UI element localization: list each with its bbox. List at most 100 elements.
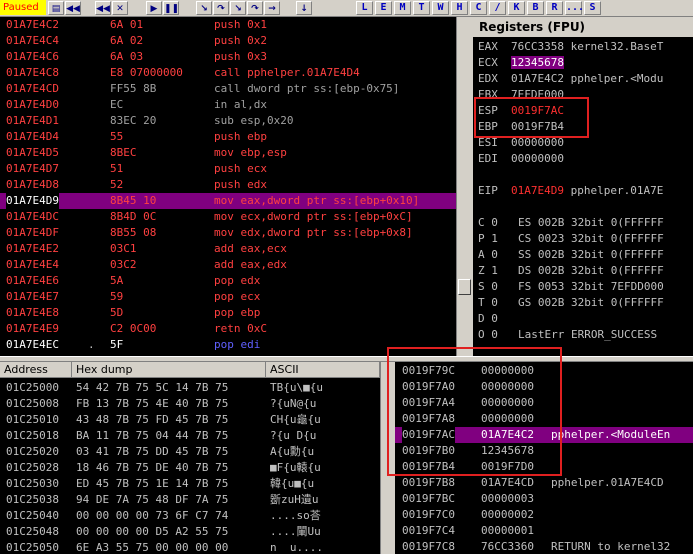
disasm-row[interactable]: 01A7E4D4 55 push ebp [0, 129, 456, 145]
register-row[interactable]: ESP 0019F7AC [478, 103, 571, 119]
register-value[interactable]: 76CC3358 [511, 40, 564, 53]
dump-row[interactable]: 01C25018 BA 11 7B 75 04 44 7B 75 ?{u D{u [0, 428, 380, 444]
dump-row[interactable]: 01C25000 54 42 7B 75 5C 14 7B 75 TB{u\■{u [0, 380, 380, 396]
window-button-8[interactable]: K [508, 1, 525, 15]
stack-row[interactable]: 0019F79C 00000000 [395, 363, 693, 379]
dump-row[interactable]: 01C25010 43 48 7B 75 FD 45 7B 75 CH{u龜{u [0, 412, 380, 428]
trace-over-icon[interactable]: ↷ [247, 1, 263, 15]
stack-row[interactable]: 0019F7B0 12345678 [395, 443, 693, 459]
window-button-3[interactable]: T [413, 1, 430, 15]
dump-scrollbar[interactable] [380, 362, 395, 554]
execute-till-return-icon[interactable]: → [264, 1, 280, 15]
dump-row[interactable]: 01C25008 FB 13 7B 75 4E 40 7B 75 ?{uN@{u [0, 396, 380, 412]
disasm-row[interactable]: 01A7E4C6 6A 03 push 0x3 [0, 49, 456, 65]
disasm-row[interactable]: 01A7E4EC 5F pop edi. [0, 337, 456, 353]
register-row[interactable]: EBP 0019F7B4 [478, 119, 571, 135]
stack-pane[interactable]: 0019F79C 00000000 0019F7A0 00000000 0019F7A4… [395, 362, 693, 554]
disasm-row[interactable]: 01A7E4C2 6A 01 push 0x1 [0, 17, 456, 33]
dump-row[interactable]: 01C25028 18 46 7B 75 DE 40 7B 75 ■F{u轅{u [0, 460, 380, 476]
register-row[interactable]: O 0 LastErr ERROR_SUCCESS [478, 327, 657, 343]
window-button-9[interactable]: B [527, 1, 544, 15]
disasm-row[interactable]: 01A7E4DC 8B4D 0C mov ecx,dword ptr ss:[ebp… [0, 209, 456, 225]
register-row[interactable]: C 0 ES 002B 32bit 0(FFFFFF [478, 215, 664, 231]
register-row[interactable]: A 0 SS 002B 32bit 0(FFFFFF [478, 247, 664, 263]
disasm-row[interactable]: 01A7E4C4 6A 02 push 0x2 [0, 33, 456, 49]
stack-row[interactable]: 0019F7B4 0019F7D0 [395, 459, 693, 475]
registers-pane[interactable]: Registers (FPU) EAX 76CC3358 kernel32.Bas… [473, 17, 693, 356]
register-row[interactable]: P 1 CS 0023 32bit 0(FFFFFF [478, 231, 664, 247]
window-button-0[interactable]: L [356, 1, 373, 15]
register-value[interactable]: CS 0023 [518, 232, 564, 245]
disassembly-scrollbar[interactable] [456, 17, 473, 356]
register-value[interactable]: GS 002B [518, 296, 564, 309]
register-value[interactable]: SS 002B [518, 248, 564, 261]
stack-row[interactable]: 0019F7A4 00000000 [395, 395, 693, 411]
column-hex-dump[interactable]: Hex dump [72, 362, 266, 378]
hex-dump-pane[interactable]: Address Hex dump ASCII 01C25000 54 42 7B … [0, 362, 380, 554]
register-value[interactable]: 7EFDE000 [511, 88, 564, 101]
column-address[interactable]: Address [0, 362, 72, 378]
close-icon[interactable]: ✕ [112, 1, 128, 15]
pause-icon[interactable]: ❚❚ [163, 1, 179, 15]
stack-row[interactable]: 0019F7B8 01A7E4CD pphelper.01A7E4CD [395, 475, 693, 491]
window-button-4[interactable]: W [432, 1, 449, 15]
dump-row[interactable]: 01C25040 00 00 00 00 73 6F C7 74 ....so荅 [0, 508, 380, 524]
restart-icon[interactable]: ◀◀ [95, 1, 111, 15]
register-value[interactable]: 0019F7B4 [511, 120, 564, 133]
window-button-5[interactable]: H [451, 1, 468, 15]
dump-row[interactable]: 01C25048 00 00 00 00 D5 A2 55 75 ....閳Uu [0, 524, 380, 540]
open-icon[interactable]: ▤ [48, 1, 64, 15]
window-button-12[interactable]: S [584, 1, 601, 15]
disasm-row[interactable]: 01A7E4E2 03C1 add eax,ecx [0, 241, 456, 257]
disassembly-pane[interactable]: 01A7E4C2 6A 01 push 0x1 01A7E4C4 6A 02 push 0… [0, 17, 456, 356]
register-value[interactable]: LastErr [518, 328, 564, 341]
register-value[interactable]: ES 002B [518, 216, 564, 229]
dump-row[interactable]: 01C25030 ED 45 7B 75 1E 14 7B 75 韓{u■{u [0, 476, 380, 492]
step-into-icon[interactable]: ↘ [196, 1, 212, 15]
disasm-row[interactable]: 01A7E4C8 E8 07000000 call pphelper.01A7E4D… [0, 65, 456, 81]
register-row[interactable]: T 0 GS 002B 32bit 0(FFFFFF [478, 295, 664, 311]
register-value[interactable]: 01A7E4D9 [511, 184, 564, 197]
register-value[interactable]: 12345678 [511, 56, 564, 69]
register-row[interactable]: D 0 [478, 311, 525, 327]
register-row[interactable]: EIP 01A7E4D9 pphelper.01A7E [478, 183, 663, 199]
register-row[interactable]: ESI 00000000 [478, 135, 571, 151]
stack-row[interactable]: 0019F7C8 76CC3360 RETURN to kernel32 [395, 539, 693, 554]
register-row[interactable]: S 0 FS 0053 32bit 7EFDD000 [478, 279, 664, 295]
goto-icon[interactable]: ↓ [296, 1, 312, 15]
column-ascii[interactable]: ASCII [266, 362, 380, 378]
window-button-2[interactable]: M [394, 1, 411, 15]
stack-row[interactable]: 0019F7BC 00000003 [395, 491, 693, 507]
stack-row[interactable]: 0019F7C0 00000002 [395, 507, 693, 523]
register-row[interactable]: EDI 00000000 [478, 151, 571, 167]
disasm-row[interactable]: 01A7E4D9 8B45 10 mov eax,dword ptr ss:[ebp… [0, 193, 456, 209]
register-value[interactable]: 01A7E4C2 [511, 72, 564, 85]
stack-row[interactable]: 0019F7AC 01A7E4C2 pphelper.<ModuleEn [395, 427, 693, 443]
disasm-row[interactable]: 01A7E4E4 03C2 add eax,edx [0, 257, 456, 273]
register-row[interactable]: EBX 7EFDE000 [478, 87, 571, 103]
register-row[interactable]: EAX 76CC3358 kernel32.BaseT [478, 39, 663, 55]
register-row[interactable]: EDX 01A7E4C2 pphelper.<Modu [478, 71, 663, 87]
register-value[interactable]: FS 0053 [518, 280, 564, 293]
register-row[interactable]: ECX 12345678 [478, 55, 571, 71]
step-over-icon[interactable]: ↷ [213, 1, 229, 15]
disasm-row[interactable]: 01A7E4D0 EC in al,dx [0, 97, 456, 113]
disasm-row[interactable]: 01A7E4CD FF55 8B call dword ptr ss:[ebp-0x… [0, 81, 456, 97]
rewind-icon[interactable]: ◀◀ [65, 1, 81, 15]
scrollbar-thumb[interactable] [458, 279, 471, 295]
register-value[interactable]: 00000000 [511, 152, 564, 165]
disasm-row[interactable]: 01A7E4DF 8B55 08 mov edx,dword ptr ss:[ebp… [0, 225, 456, 241]
register-value[interactable]: DS 002B [518, 264, 564, 277]
disasm-row[interactable]: 01A7E4D7 51 push ecx [0, 161, 456, 177]
disasm-row[interactable]: 01A7E4D1 83EC 20 sub esp,0x20 [0, 113, 456, 129]
disasm-row[interactable]: 01A7E4E9 C2 0C00 retn 0xC [0, 321, 456, 337]
register-value[interactable]: 00000000 [511, 136, 564, 149]
disasm-row[interactable]: 01A7E4E6 5A pop edx [0, 273, 456, 289]
register-row[interactable]: Z 1 DS 002B 32bit 0(FFFFFF [478, 263, 664, 279]
trace-into-icon[interactable]: ↘ [230, 1, 246, 15]
dump-row[interactable]: 01C25050 6E A3 55 75 00 00 00 00 n u.... [0, 540, 380, 554]
window-button-10[interactable]: R [546, 1, 563, 15]
stack-row[interactable]: 0019F7A0 00000000 [395, 379, 693, 395]
stack-row[interactable]: 0019F7C4 00000001 [395, 523, 693, 539]
run-icon[interactable]: ▶ [146, 1, 162, 15]
